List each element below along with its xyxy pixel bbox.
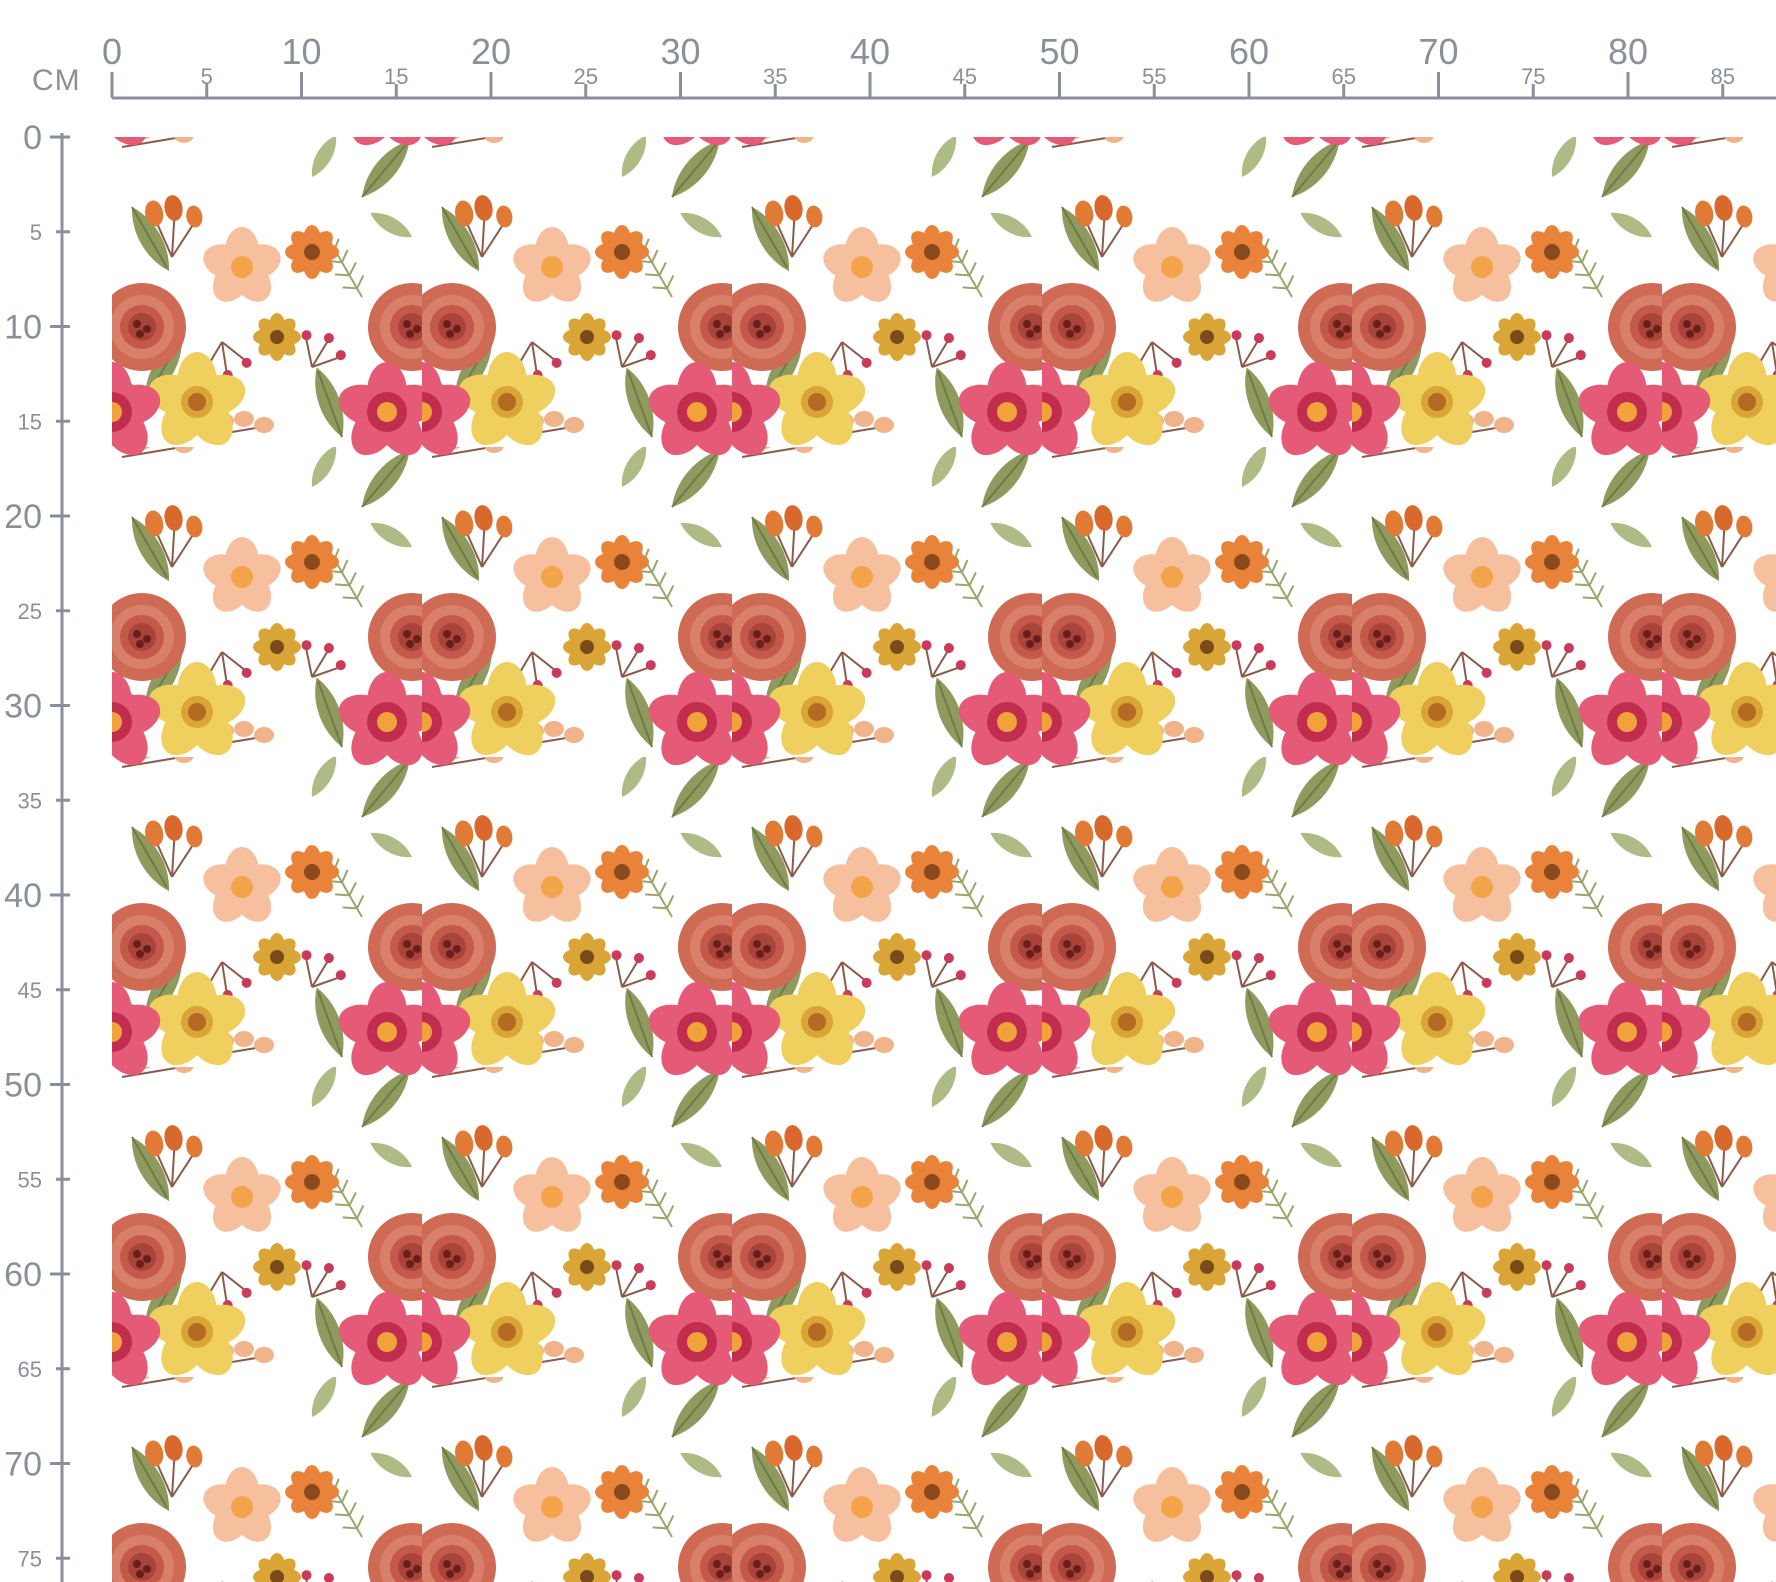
ruler-h-label: 80 (1608, 31, 1648, 72)
ruler-v-label: 10 (4, 309, 42, 347)
ruler-v-label: 25 (18, 599, 42, 624)
ruler-h-label: 5 (201, 64, 213, 89)
fabric-swatch (112, 137, 1776, 1582)
ruler-h-label: 65 (1332, 64, 1356, 89)
ruler-v-label: 70 (4, 1446, 42, 1484)
ruler-v-label: 40 (4, 877, 42, 915)
ruler-v-label: 65 (18, 1357, 42, 1382)
ruler-h-label: 60 (1229, 31, 1269, 72)
ruler-v-label: 50 (4, 1067, 42, 1105)
ruler-h-label: 20 (471, 31, 511, 72)
ruler-h-label: 45 (953, 64, 977, 89)
ruler-h-label: 55 (1142, 64, 1166, 89)
horizontal-ruler: 0510152025303540455055606570758085 (102, 31, 1776, 100)
ruler-h-label: 15 (384, 64, 408, 89)
ruler-v-label: 35 (18, 788, 42, 813)
ruler-v-label: 60 (4, 1256, 42, 1294)
floral-print (112, 137, 1776, 1582)
floral-pattern (112, 137, 1776, 1582)
ruler-h-label: 35 (763, 64, 787, 89)
ruler-h-label: 70 (1418, 31, 1458, 72)
ruler-h-label: 10 (281, 31, 321, 72)
ruler-v-label: 30 (4, 688, 42, 726)
ruler-h-label: 40 (850, 31, 890, 72)
ruler-h-label: 50 (1039, 31, 1079, 72)
ruler-v-label: 0 (23, 119, 42, 157)
ruler-v-label: 55 (18, 1167, 42, 1192)
ruler-h-label: 75 (1521, 64, 1545, 89)
ruler-v-label: 45 (18, 978, 42, 1003)
ruler-v-label: 75 (18, 1546, 42, 1571)
ruler-v-label: 5 (30, 220, 42, 245)
vertical-ruler: 0 5 10 15 20 25 30 35 40 45 50 55 60 65 70 75 (4, 119, 70, 1582)
ruler-v-label: 20 (4, 498, 42, 536)
ruler-h-label: 25 (574, 64, 598, 89)
ruler-h-label: 30 (660, 31, 700, 72)
ruler-v-label: 15 (18, 409, 42, 434)
ruler-h-label: 85 (1711, 64, 1735, 89)
